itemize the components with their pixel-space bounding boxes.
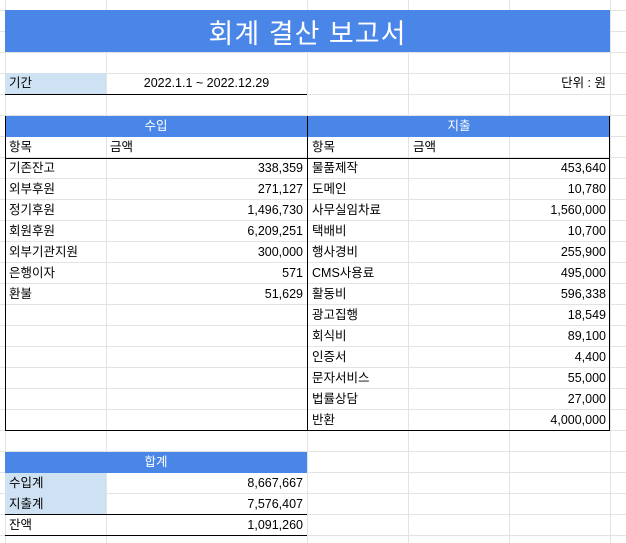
expense-row-amount[interactable]: 27,000	[409, 389, 610, 410]
expense-row-amount[interactable]: 18,549	[409, 305, 610, 326]
totals-separator	[5, 514, 307, 515]
income-row-amount[interactable]: 271,127	[106, 179, 307, 200]
period-value[interactable]: 2022.1.1 ~ 2022.12.29	[106, 73, 307, 94]
totals-row-amount[interactable]: 8,667,667	[106, 473, 307, 494]
income-row-item[interactable]: 정기후원	[5, 200, 106, 221]
income-row-amount[interactable]: 571	[106, 263, 307, 284]
income-row-item[interactable]: 외부기관지원	[5, 242, 106, 263]
expense-col-amount[interactable]: 금액	[409, 137, 610, 158]
table-left-border	[5, 116, 6, 431]
totals-row-label[interactable]: 지출계	[5, 494, 106, 515]
expense-row-amount[interactable]: 55,000	[409, 368, 610, 389]
unit-label[interactable]: 단위 : 원	[509, 73, 610, 94]
report-title[interactable]: 회계 결산 보고서	[5, 10, 610, 52]
totals-row-amount[interactable]: 1,091,260	[106, 515, 307, 536]
expense-row-amount[interactable]: 10,780	[409, 179, 610, 200]
grid-row-line	[0, 52, 626, 53]
expense-row-amount[interactable]: 1,560,000	[409, 200, 610, 221]
income-header[interactable]: 수입	[5, 116, 307, 137]
expense-row-amount[interactable]: 4,400	[409, 347, 610, 368]
grid-column-line	[610, 0, 611, 543]
expense-row-amount[interactable]: 596,338	[409, 284, 610, 305]
totals-row-label[interactable]: 수입계	[5, 473, 106, 494]
totals-row-amount[interactable]: 7,576,407	[106, 494, 307, 515]
expense-row-item[interactable]: 택배비	[308, 221, 409, 242]
expense-row-item[interactable]: CMS사용료	[308, 263, 409, 284]
expense-row-item[interactable]: 문자서비스	[308, 368, 409, 389]
expense-row-amount[interactable]: 495,000	[409, 263, 610, 284]
table-right-border	[609, 116, 610, 431]
period-label[interactable]: 기간	[5, 73, 106, 94]
table-middle-border	[307, 116, 308, 431]
totals-row-label[interactable]: 잔액	[5, 515, 106, 536]
expense-header[interactable]: 지출	[308, 116, 610, 137]
expense-row-item[interactable]: 인증서	[308, 347, 409, 368]
expense-row-item[interactable]: 반환	[308, 410, 409, 431]
expense-row-amount[interactable]: 10,700	[409, 221, 610, 242]
table-bottom-border	[5, 430, 610, 431]
income-row-amount[interactable]: 300,000	[106, 242, 307, 263]
income-row-item[interactable]: 회원후원	[5, 221, 106, 242]
income-row-amount[interactable]: 338,359	[106, 158, 307, 179]
expense-row-item[interactable]: 도메인	[308, 179, 409, 200]
expense-row-amount[interactable]: 89,100	[409, 326, 610, 347]
expense-row-item[interactable]: 회식비	[308, 326, 409, 347]
income-row-item[interactable]: 환불	[5, 284, 106, 305]
totals-bottom-border	[5, 535, 307, 536]
expense-row-item[interactable]: 물품제작	[308, 158, 409, 179]
expense-row-amount[interactable]: 453,640	[409, 158, 610, 179]
expense-row-item[interactable]: 광고집행	[308, 305, 409, 326]
totals-header[interactable]: 합계	[5, 452, 307, 473]
expense-row-item[interactable]: 활동비	[308, 284, 409, 305]
expense-row-amount[interactable]: 4,000,000	[409, 410, 610, 431]
income-row-amount[interactable]: 6,209,251	[106, 221, 307, 242]
income-row-amount[interactable]: 51,629	[106, 284, 307, 305]
income-col-item[interactable]: 항목	[5, 137, 106, 158]
income-row-item[interactable]: 외부후원	[5, 179, 106, 200]
income-row-item[interactable]: 은행이자	[5, 263, 106, 284]
expense-row-item[interactable]: 행사경비	[308, 242, 409, 263]
expense-row-amount[interactable]: 255,900	[409, 242, 610, 263]
period-underline	[5, 94, 307, 95]
income-row-item[interactable]: 기존잔고	[5, 158, 106, 179]
income-row-amount[interactable]: 1,496,730	[106, 200, 307, 221]
expense-row-item[interactable]: 법률상담	[308, 389, 409, 410]
expense-col-item[interactable]: 항목	[308, 137, 409, 158]
income-col-amount[interactable]: 금액	[106, 137, 307, 158]
expense-row-item[interactable]: 사무실임차료	[308, 200, 409, 221]
